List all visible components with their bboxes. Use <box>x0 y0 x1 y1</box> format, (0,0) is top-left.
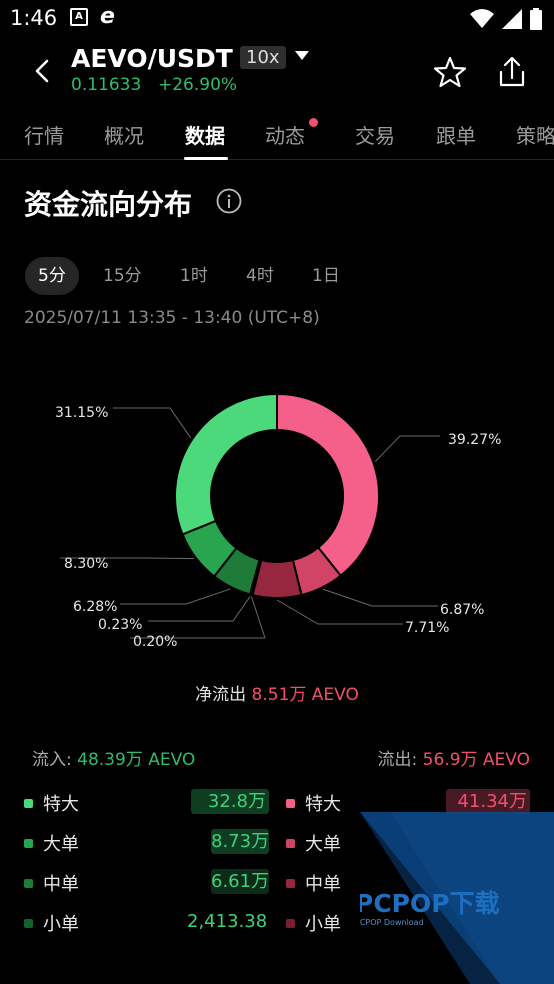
inflow-row-large: 大单 <box>24 830 79 856</box>
inflow-value-medium: 6.61万 <box>211 869 270 894</box>
slice-percent-label: 6.87% <box>440 602 484 618</box>
row-label: 中单 <box>43 874 79 895</box>
period-5m[interactable]: 5分 <box>25 257 79 295</box>
legend-dot <box>286 838 295 848</box>
tab-strategy[interactable]: 策略 <box>516 120 554 149</box>
slice-leader-line <box>148 596 251 622</box>
tab-market[interactable]: 行情 <box>24 120 64 149</box>
net-flow-value: 8.51万 AEVO <box>251 685 359 705</box>
leverage-badge[interactable]: 10x <box>240 46 286 69</box>
net-flow-label: 净流出 <box>195 685 247 705</box>
tab-copy-trade[interactable]: 跟单 <box>436 120 476 149</box>
tab-overview[interactable]: 概况 <box>104 120 144 149</box>
donut-slice <box>276 392 380 578</box>
inflow-value-large: 8.73万 <box>211 829 270 854</box>
slice-leader-line <box>120 588 231 605</box>
slice-leader-line <box>130 596 266 639</box>
row-label: 小单 <box>305 914 341 935</box>
outflow-value-xl: 41.34万 <box>446 789 530 814</box>
watermark-sub: PCPOP Download <box>360 918 424 927</box>
star-icon[interactable] <box>432 54 468 90</box>
outflow-total: 流出: 56.9万 AEVO <box>378 745 530 770</box>
legend-dot <box>24 918 33 928</box>
legend-dot <box>24 838 33 848</box>
fund-flow-donut-chart: 39.27% 6.87% 7.71% 0.20%0.23% 6.28% 8.30% 31.1… <box>55 392 501 650</box>
price-change: +26.90% <box>158 75 238 95</box>
inflow-label: 流入: <box>32 750 72 770</box>
e-app-icon: e <box>100 4 115 29</box>
share-icon[interactable] <box>494 54 530 90</box>
outflow-row-small: 小单 <box>286 910 341 936</box>
slice-percent-label: 0.20% <box>133 634 177 650</box>
legend-dot <box>286 918 295 928</box>
period-4h[interactable]: 4时 <box>233 257 287 295</box>
notification-dot <box>309 118 318 127</box>
inflow-row-medium: 中单 <box>24 870 79 896</box>
outflow-row-medium: 中单 <box>286 870 341 896</box>
inflow-value-xl: 32.8万 <box>191 789 269 814</box>
donut-slice <box>174 392 278 536</box>
period-15m[interactable]: 15分 <box>90 257 155 295</box>
row-label: 特大 <box>43 794 79 815</box>
row-label: 特大 <box>305 794 341 815</box>
legend-dot <box>24 878 33 888</box>
net-flow: 净流出 8.51万 AEVO <box>0 680 554 705</box>
row-label: 大单 <box>305 834 341 855</box>
slice-leader-line <box>374 435 440 462</box>
slice-percent-label: 8.30% <box>64 556 108 572</box>
period-1d[interactable]: 1日 <box>299 257 353 295</box>
slice-leader-line <box>113 407 192 439</box>
wifi-icon <box>470 9 494 28</box>
signal-icon <box>502 9 522 29</box>
inflow-row-small: 小单 <box>24 910 79 936</box>
caret-down-icon[interactable] <box>294 48 310 64</box>
slice-percent-label: 31.15% <box>55 405 108 421</box>
inflow-row-xl: 特大 <box>24 790 79 816</box>
status-time: 1:46 <box>10 6 58 30</box>
outflow-row-large: 大单 <box>286 830 341 856</box>
last-price: 0.11633 <box>71 75 142 95</box>
a-app-icon: A <box>70 8 88 26</box>
slice-percent-label: 6.28% <box>73 599 117 615</box>
status-app-icons: A e <box>70 4 115 29</box>
slice-leader-line <box>322 588 438 607</box>
outflow-value: 56.9万 AEVO <box>422 750 530 770</box>
outflow-label: 流出: <box>377 750 418 770</box>
tab-news[interactable]: 动态 <box>265 120 305 149</box>
back-button[interactable] <box>28 56 58 86</box>
slice-percent-label: 0.23% <box>98 617 142 633</box>
legend-dot <box>286 878 295 888</box>
row-label: 小单 <box>43 914 79 935</box>
inflow-value: 48.39万 AEVO <box>77 750 196 770</box>
inflow-total: 流入: 48.39万 AEVO <box>32 745 195 770</box>
status-bar: 1:46 A e <box>0 0 554 38</box>
watermark-brand: PCPOP下载 <box>360 889 500 918</box>
legend-dot <box>24 798 33 808</box>
legend-dot <box>286 798 295 808</box>
info-icon[interactable] <box>216 188 242 214</box>
period-1h[interactable]: 1时 <box>167 257 221 295</box>
slice-percent-label: 7.71% <box>405 620 449 636</box>
battery-icon <box>530 8 542 30</box>
slice-percent-label: 39.27% <box>448 432 501 448</box>
inflow-value-small: 2,413.38 <box>187 911 268 932</box>
row-label: 中单 <box>305 874 341 895</box>
detail-tabs: 行情 概况 数据 动态 交易 跟单 策略 <box>0 104 554 160</box>
active-tab-indicator <box>184 157 228 160</box>
tab-data[interactable]: 数据 <box>185 120 225 149</box>
watermark-logo: PCPOP下载 PCPOP Download <box>360 812 554 984</box>
slice-leader-line <box>276 599 403 625</box>
row-label: 大单 <box>43 834 79 855</box>
pair-header: AEVO/USDT 10x 0.11633 +26.90% <box>0 38 554 100</box>
pair-title[interactable]: AEVO/USDT <box>71 44 233 73</box>
section-title: 资金流向分布 <box>24 188 193 221</box>
time-range: 2025/07/11 13:35 - 13:40 (UTC+8) <box>24 308 320 328</box>
outflow-row-xl: 特大 <box>286 790 341 816</box>
status-system-icons <box>470 8 542 30</box>
tab-trade[interactable]: 交易 <box>355 120 395 149</box>
